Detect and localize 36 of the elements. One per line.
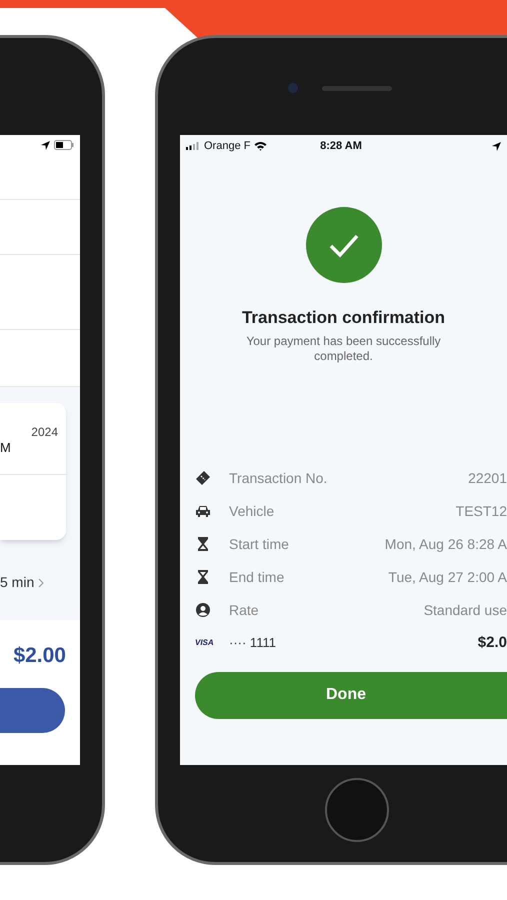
carrier-name: Orange F	[204, 138, 250, 154]
ticket-icon	[195, 470, 211, 486]
speaker-grille	[322, 86, 392, 91]
user-icon	[195, 602, 211, 618]
detail-label: Vehicle	[229, 502, 274, 520]
detail-label: End time	[229, 568, 284, 586]
check-circle-icon	[306, 207, 382, 283]
detail-value: Standard use	[424, 600, 507, 620]
detail-label: Start time	[229, 534, 289, 554]
confirmation-message: Your payment has been successfully completed.	[245, 334, 442, 364]
amount-paid: $2.0	[478, 632, 507, 653]
done-button[interactable]: Done	[195, 672, 507, 718]
start-date: 2024	[31, 424, 58, 440]
signal-icon	[186, 142, 200, 150]
status-time: 8:28 AM	[319, 138, 363, 154]
hourglass-icon	[195, 569, 211, 585]
detail-value: 22201	[468, 468, 507, 488]
confirmation-title: Transaction confirmation	[242, 307, 446, 329]
battery-icon	[54, 140, 74, 150]
chevron-right-icon[interactable]	[38, 578, 44, 588]
duration-text[interactable]: 5 min	[0, 572, 34, 593]
detail-value: TEST12	[456, 502, 507, 520]
start-time: M	[0, 440, 11, 456]
location-icon	[41, 140, 50, 150]
pay-button[interactable]	[0, 688, 65, 732]
detail-value: Tue, Aug 27 2:00 A	[388, 568, 507, 587]
detail-label: Transaction No.	[229, 468, 328, 488]
location-icon	[492, 142, 501, 150]
detail-value: Mon, Aug 26 8:28 A	[384, 534, 507, 554]
detail-label: Rate	[229, 600, 259, 620]
hourglass-icon	[195, 536, 211, 552]
card-number: ···· 1111	[229, 634, 276, 652]
car-icon	[195, 503, 211, 519]
total-price: $2.00	[13, 643, 67, 669]
wifi-icon	[254, 141, 268, 151]
card-brand: VISA	[195, 637, 215, 649]
